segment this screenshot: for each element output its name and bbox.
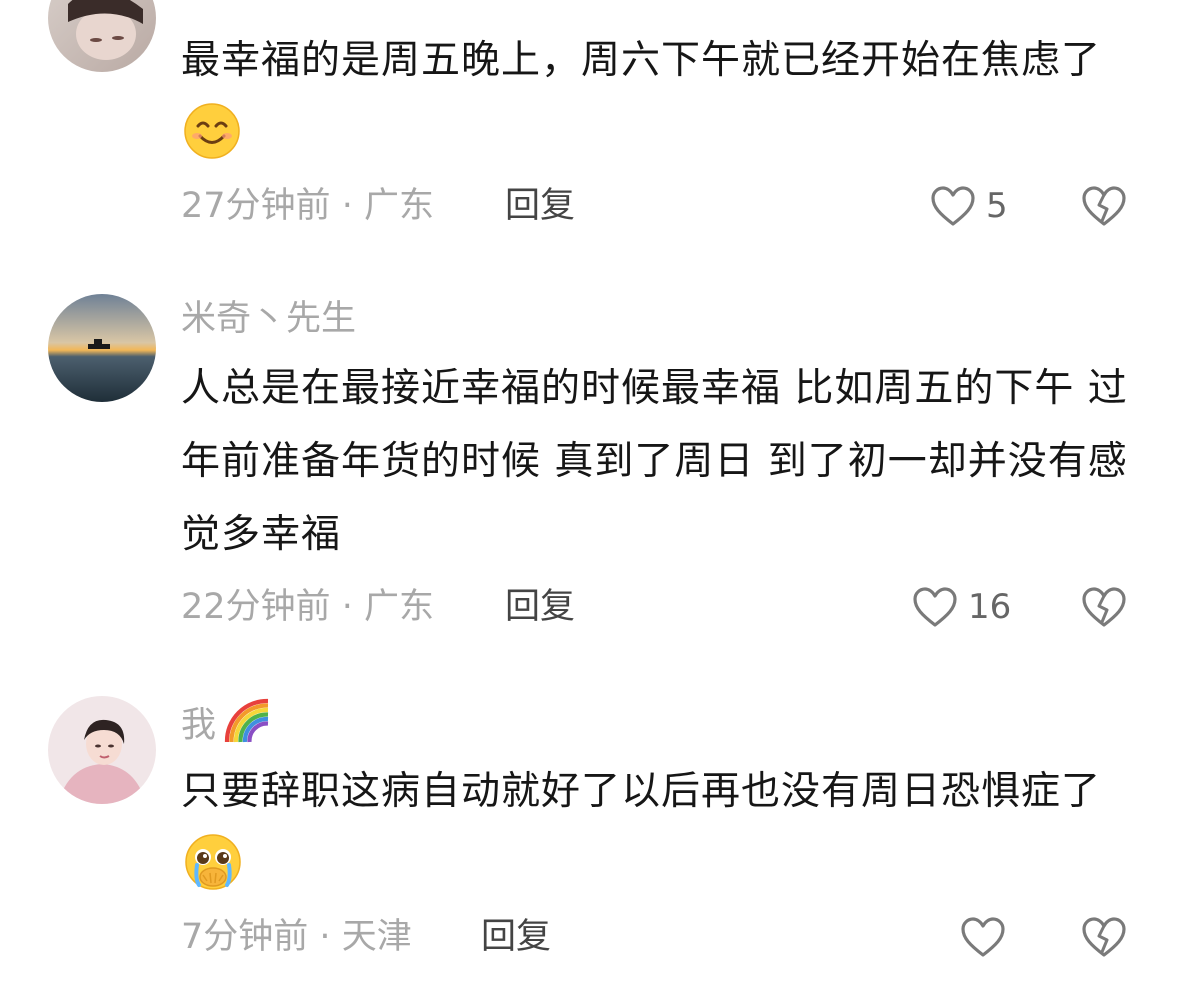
location: 广东: [363, 186, 434, 226]
dislike-button[interactable]: [1081, 913, 1127, 961]
like-button[interactable]: 5: [930, 182, 1008, 230]
avatar[interactable]: [48, 696, 156, 804]
pleading-tears-emoji: [183, 833, 243, 915]
timestamp: 22分钟前: [181, 587, 331, 627]
username[interactable]: 我: [181, 698, 272, 755]
like-button[interactable]: [960, 913, 1006, 961]
heart-outline-icon: [961, 917, 1005, 957]
meta-separator: ·: [319, 917, 331, 957]
broken-heart-icon: [1082, 587, 1126, 627]
broken-heart-icon: [1082, 186, 1126, 226]
dislike-button[interactable]: [1081, 182, 1127, 230]
location: 天津: [341, 917, 412, 957]
heart-outline-icon: [913, 587, 957, 627]
reply-button[interactable]: 回复: [481, 913, 551, 961]
avatar-image: [48, 294, 156, 402]
location: 广东: [363, 587, 434, 627]
comment-text: 人总是在最接近幸福的时候最幸福 比如周五的下午 过年前准备年货的时候 真到了周日…: [181, 366, 1128, 557]
comment-meta: 22分钟前 · 广东: [181, 583, 434, 631]
timestamp: 7分钟前: [181, 917, 309, 957]
comment-text: 最幸福的是周五晚上，周六下午就已经开始在焦虑了: [181, 24, 1141, 184]
heart-outline-icon: [931, 186, 975, 226]
avatar[interactable]: [48, 294, 156, 402]
comment-text: 只要辞职这病自动就好了以后再也没有周日恐惧症了: [181, 755, 1141, 915]
timestamp: 27分钟前: [181, 186, 331, 226]
username[interactable]: 米奇丶先生: [181, 297, 356, 341]
avatar[interactable]: [48, 0, 156, 72]
rainbow-emoji: [222, 698, 272, 755]
meta-separator: ·: [341, 587, 353, 627]
reply-button[interactable]: 回复: [505, 583, 575, 631]
smiling-face-emoji: [183, 102, 241, 184]
broken-heart-icon: [1082, 917, 1126, 957]
avatar-image: [48, 0, 156, 72]
comment-meta: 27分钟前 · 广东: [181, 182, 434, 230]
like-count: 5: [986, 186, 1008, 226]
dislike-button[interactable]: [1081, 583, 1127, 631]
like-count: 16: [968, 587, 1012, 627]
like-button[interactable]: 16: [912, 583, 1011, 631]
avatar-image: [48, 696, 156, 804]
meta-separator: ·: [341, 186, 353, 226]
reply-button[interactable]: 回复: [505, 182, 575, 230]
comment-meta: 7分钟前 · 天津: [181, 913, 412, 961]
